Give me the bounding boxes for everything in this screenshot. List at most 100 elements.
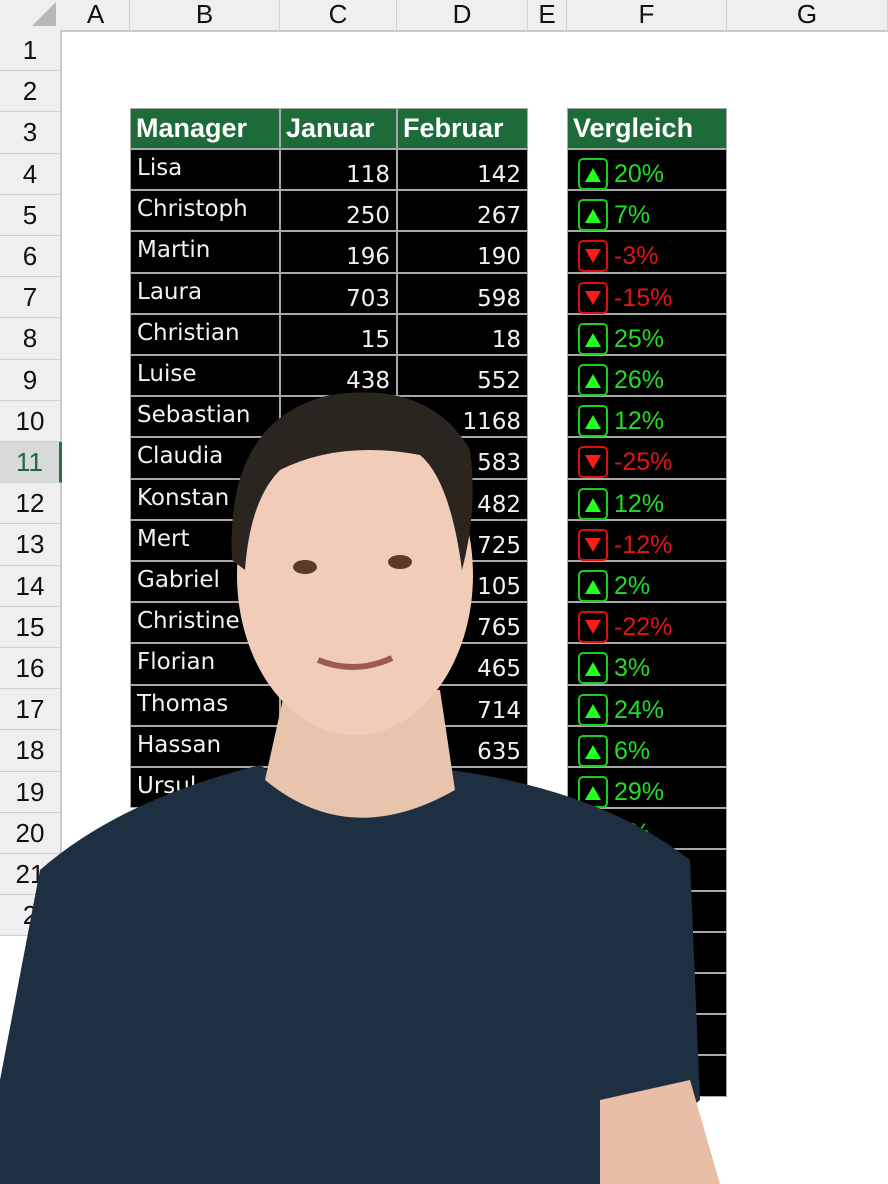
row-header-5[interactable]: 5 [0, 194, 62, 236]
comparison-cell[interactable]: 29% [567, 767, 727, 809]
row-header-18[interactable]: 18 [0, 730, 62, 772]
row-header-13[interactable]: 13 [0, 524, 62, 566]
comparison-cell[interactable]: 6% [567, 725, 727, 767]
row-header-9[interactable]: 9 [0, 359, 62, 401]
januar-cell[interactable] [280, 725, 397, 767]
januar-cell[interactable] [280, 602, 397, 644]
comparison-cell[interactable]: -22% [567, 602, 727, 644]
column-header-b[interactable]: B [130, 0, 280, 30]
januar-cell[interactable] [280, 684, 397, 726]
comparison-cell[interactable]: 24% [567, 684, 727, 726]
row-header-1[interactable]: 1 [0, 30, 62, 72]
comparison-cell[interactable]: 5% [567, 849, 727, 891]
manager-name-cell[interactable]: Martin [130, 231, 280, 273]
manager-name-cell[interactable]: Konstan [130, 478, 280, 520]
column-header-c[interactable]: C [280, 0, 397, 30]
table-header-februar[interactable]: Februar [397, 108, 528, 149]
row-header-8[interactable]: 8 [0, 318, 62, 360]
januar-cell[interactable] [280, 643, 397, 685]
manager-name-cell[interactable]: Claudia [130, 437, 280, 479]
januar-cell[interactable]: 15 [280, 313, 397, 355]
row-header-6[interactable]: 6 [0, 236, 62, 278]
column-header-f[interactable]: F [567, 0, 727, 30]
comparison-cell[interactable] [567, 931, 727, 973]
februar-cell[interactable]: 18 [397, 313, 528, 355]
row-header-7[interactable]: 7 [0, 277, 62, 319]
februar-cell[interactable]: 1168 [397, 396, 528, 438]
comparison-cell[interactable]: 12% [567, 478, 727, 520]
table-header-vergleich[interactable]: Vergleich [567, 108, 727, 149]
table-header-januar[interactable]: Januar [280, 108, 397, 149]
comparison-cell[interactable]: -3% [567, 231, 727, 273]
januar-cell[interactable] [280, 437, 397, 479]
februar-cell[interactable]: 105 [397, 561, 528, 603]
row-header-21[interactable]: 21 [0, 854, 62, 896]
januar-cell[interactable] [280, 561, 397, 603]
row-header-11[interactable]: 11 [0, 442, 62, 484]
februar-cell[interactable]: 142 [397, 149, 528, 191]
comparison-cell[interactable]: 20% [567, 149, 727, 191]
row-header-17[interactable]: 17 [0, 689, 62, 731]
manager-name-cell[interactable]: Lisa [130, 149, 280, 191]
februar-cell[interactable]: 765 [397, 602, 528, 644]
comparison-cell[interactable]: 0% [567, 808, 727, 850]
comparison-cell[interactable]: 3% [567, 643, 727, 685]
row-header-15[interactable]: 15 [0, 606, 62, 648]
januar-cell[interactable] [280, 478, 397, 520]
manager-name-cell[interactable]: Florian [130, 643, 280, 685]
manager-name-cell[interactable]: Thomas [130, 684, 280, 726]
manager-name-cell[interactable]: Laura [130, 272, 280, 314]
row-header-14[interactable]: 14 [0, 565, 62, 607]
column-header-g[interactable]: G [727, 0, 888, 30]
januar-cell[interactable]: 250 [280, 190, 397, 232]
februar-cell[interactable]: 635 [397, 725, 528, 767]
comparison-cell[interactable]: 26% [567, 355, 727, 397]
februar-cell[interactable]: 583 [397, 437, 528, 479]
februar-cell[interactable]: 92 [397, 767, 528, 809]
table-header-manager[interactable]: Manager [130, 108, 280, 149]
manager-name-cell[interactable]: Luise [130, 355, 280, 397]
comparison-cell[interactable]: 7% [567, 190, 727, 232]
row-header-16[interactable]: 16 [0, 648, 62, 690]
row-header-4[interactable]: 4 [0, 153, 62, 195]
row-header-2[interactable]: 2 [0, 71, 62, 113]
comparison-cell[interactable]: -25% [567, 437, 727, 479]
manager-name-cell[interactable]: Christian [130, 313, 280, 355]
row-header-3[interactable]: 3 [0, 112, 62, 154]
januar-cell[interactable]: 703 [280, 272, 397, 314]
januar-cell[interactable] [280, 519, 397, 561]
februar-cell[interactable]: 725 [397, 519, 528, 561]
column-header-a[interactable]: A [62, 0, 130, 30]
januar-cell[interactable] [280, 767, 397, 809]
manager-name-cell[interactable]: Christoph [130, 190, 280, 232]
januar-cell[interactable] [280, 396, 397, 438]
comparison-cell[interactable]: % [567, 890, 727, 932]
manager-name-cell[interactable]: Christine [130, 602, 280, 644]
row-header-20[interactable]: 20 [0, 812, 62, 854]
comparison-cell[interactable] [567, 1055, 727, 1097]
manager-name-cell[interactable]: Mert [130, 519, 280, 561]
row-header-12[interactable]: 12 [0, 483, 62, 525]
row-header-10[interactable]: 10 [0, 400, 62, 442]
januar-cell[interactable]: 196 [280, 231, 397, 273]
column-header-e[interactable]: E [528, 0, 567, 30]
comparison-cell[interactable] [567, 1014, 727, 1056]
comparison-cell[interactable]: -12% [567, 519, 727, 561]
manager-name-cell[interactable]: Gabriel [130, 561, 280, 603]
row-header-22[interactable]: 2 [0, 895, 62, 937]
select-all-corner[interactable] [0, 0, 62, 30]
februar-cell[interactable]: 267 [397, 190, 528, 232]
februar-cell[interactable]: 598 [397, 272, 528, 314]
februar-cell[interactable]: 552 [397, 355, 528, 397]
februar-cell[interactable]: 482 [397, 478, 528, 520]
comparison-cell[interactable]: -15% [567, 272, 727, 314]
manager-name-cell[interactable]: Sebastian [130, 396, 280, 438]
februar-cell[interactable]: 465 [397, 643, 528, 685]
comparison-cell[interactable]: 2% [567, 561, 727, 603]
comparison-cell[interactable]: 25% [567, 313, 727, 355]
januar-cell[interactable]: 118 [280, 149, 397, 191]
manager-name-cell[interactable]: Hassan [130, 725, 280, 767]
comparison-cell[interactable]: 12% [567, 396, 727, 438]
januar-cell[interactable]: 438 [280, 355, 397, 397]
februar-cell[interactable]: 714 [397, 684, 528, 726]
